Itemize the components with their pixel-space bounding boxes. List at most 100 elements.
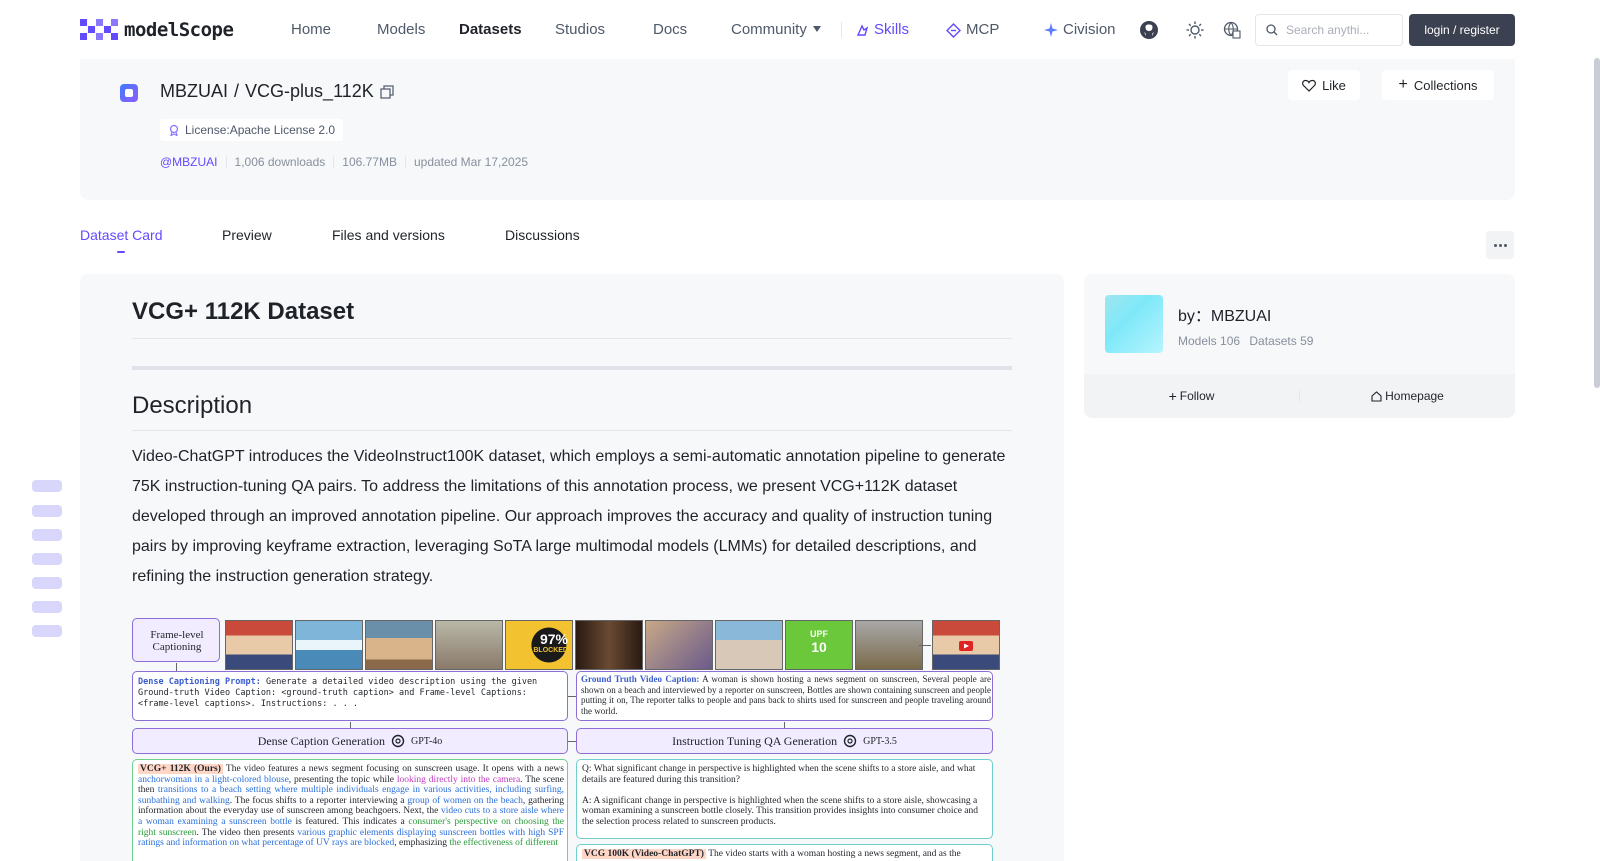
video-frame: [575, 620, 643, 670]
collections-button[interactable]: + Collections: [1382, 70, 1494, 100]
readme-title: VCG+ 112K Dataset: [132, 298, 1012, 339]
vcg-segment: , presenting the topic while: [288, 774, 397, 785]
vcg-segment: . The video then presents: [196, 827, 298, 838]
qa-generation-model: GPT-3.5: [863, 735, 897, 747]
vcg-100k-text: VCG 100K (Video-ChatGPT) The video start…: [582, 849, 990, 861]
owner-link[interactable]: @MBZUAI: [160, 155, 218, 169]
language-icon[interactable]: [1221, 19, 1243, 41]
toc-marker[interactable]: [32, 505, 62, 517]
openai-icon: [391, 734, 405, 748]
sparkle-icon: [1044, 23, 1058, 37]
home-icon: [1371, 390, 1382, 402]
vcg-plus-tag: VCG+ 112K (Ours): [138, 764, 223, 774]
modelscope-logo[interactable]: modelScope: [80, 18, 234, 42]
nav-datasets[interactable]: Datasets: [459, 20, 522, 40]
video-frame: [435, 620, 503, 670]
dataset-owner[interactable]: MBZUAI: [160, 81, 228, 102]
nav-home[interactable]: Home: [291, 20, 331, 40]
section-heading-description: Description: [132, 392, 1012, 431]
frame-captioning-line-1: Frame-level: [150, 629, 204, 641]
toc-marker[interactable]: [32, 553, 62, 565]
license-icon: [169, 124, 179, 136]
vcg-100k-box: VCG 100K (Video-ChatGPT) The video start…: [576, 844, 993, 861]
frame-blocked-text: BLOCKED: [533, 647, 568, 654]
nav-civision-label: Civision: [1063, 21, 1116, 38]
tab-preview[interactable]: Preview: [222, 227, 272, 243]
nav-models[interactable]: Models: [377, 20, 425, 40]
org-avatar: [120, 84, 138, 102]
nav-docs[interactable]: Docs: [653, 20, 687, 40]
dataset-name: VCG-plus_112K: [245, 81, 374, 101]
video-frame: [855, 620, 923, 670]
toc-marker[interactable]: [32, 577, 62, 589]
heart-icon: [1302, 79, 1316, 92]
like-label: Like: [1322, 77, 1346, 93]
video-frame: [295, 620, 363, 670]
nav-studios[interactable]: Studios: [555, 20, 605, 40]
dense-prompt-text: Dense Captioning Prompt: Generate a deta…: [138, 677, 564, 719]
tab-dataset-card[interactable]: Dataset Card: [80, 227, 162, 243]
license-tag[interactable]: License:Apache License 2.0: [160, 119, 344, 141]
nav-mcp-label: MCP: [966, 21, 1000, 38]
vcg-segment: is featured. This indicates a: [291, 816, 409, 827]
dataset-card-content: VCG+ 112K Dataset Description Video-Chat…: [80, 274, 1064, 861]
search-box[interactable]: [1255, 14, 1403, 46]
dense-prompt-title: Dense Captioning Prompt:: [138, 677, 261, 687]
nav-skills[interactable]: Skills: [856, 20, 909, 40]
dataset-size: 106.77MB: [342, 155, 397, 169]
top-navigation-bar: modelScope Home Models Datasets Studios …: [0, 0, 1600, 60]
nav-mcp[interactable]: MCP: [946, 20, 999, 40]
frame-upf-text: UPF: [810, 629, 828, 639]
theme-toggle-icon[interactable]: [1184, 19, 1206, 41]
frame-captioning-label: Frame-level Captioning: [133, 629, 221, 653]
dense-prompt-box: Dense Captioning Prompt: Generate a deta…: [132, 671, 568, 721]
arrow-connector: [568, 741, 576, 742]
qa-output-box: Q: What significant change in perspectiv…: [576, 759, 993, 839]
qa-question: Q: What significant change in perspectiv…: [582, 764, 976, 785]
search-icon: [1266, 24, 1278, 36]
author-datasets-count: Datasets 59: [1249, 334, 1314, 348]
toc-marker[interactable]: [32, 480, 62, 492]
nav-divider: [841, 22, 842, 38]
page-scrollbar[interactable]: [1594, 58, 1600, 388]
qa-generation-box: Instruction Tuning QA Generation GPT-3.5: [576, 728, 993, 754]
dataset-title: MBZUAI / VCG-plus_112K: [160, 81, 394, 102]
author-avatar[interactable]: [1105, 295, 1163, 353]
vcg-plus-output-box: VCG+ 112K (Ours) The video features a ne…: [132, 759, 568, 861]
login-register-button[interactable]: login / register: [1409, 14, 1515, 46]
nav-community[interactable]: Community: [731, 20, 821, 40]
follow-button[interactable]: + Follow: [1084, 389, 1299, 403]
tab-discussions[interactable]: Discussions: [505, 227, 580, 243]
tab-files-and-versions[interactable]: Files and versions: [332, 227, 445, 243]
video-frame: [715, 620, 783, 670]
license-text: License:Apache License 2.0: [185, 123, 336, 137]
vcg-segment: . The focus shifts to a reporter intervi…: [229, 795, 408, 806]
homepage-button[interactable]: Homepage: [1300, 389, 1515, 403]
meta-divider: [333, 156, 335, 168]
search-input[interactable]: [1286, 23, 1396, 37]
github-icon[interactable]: [1138, 19, 1160, 41]
author-name[interactable]: by：MBZUAI: [1178, 302, 1271, 326]
qa-answer: A: A significant change in perspective i…: [582, 795, 979, 828]
dataset-header-card: MBZUAI / VCG-plus_112K License:Apache Li…: [80, 59, 1515, 200]
toc-marker[interactable]: [32, 529, 62, 541]
copy-icon[interactable]: [380, 84, 394, 99]
plus-icon: +: [1168, 388, 1177, 404]
arrow-connector: [919, 645, 931, 646]
vcg-plus-output-text: VCG+ 112K (Ours) The video features a ne…: [138, 764, 564, 861]
vcg-segment: anchorwoman in a light-colored blouse: [138, 774, 289, 785]
toc-marker[interactable]: [32, 625, 62, 637]
description-paragraph: Video-ChatGPT introduces the VideoInstru…: [132, 448, 1006, 585]
video-frame: [645, 620, 713, 670]
like-button[interactable]: Like: [1288, 70, 1360, 100]
logo-text: modelScope: [124, 19, 234, 41]
dataset-meta: @MBZUAI 1,006 downloads 106.77MB updated…: [160, 155, 528, 169]
collections-label: Collections: [1413, 77, 1478, 93]
nav-community-label: Community: [731, 21, 807, 38]
video-frame-upf: UPF 10: [785, 620, 853, 670]
updated-date: updated Mar 17,2025: [413, 155, 529, 169]
toc-marker[interactable]: [32, 601, 62, 613]
arrow-connector: [176, 663, 177, 671]
more-options-button[interactable]: [1486, 231, 1514, 259]
nav-civision[interactable]: Civision: [1044, 20, 1116, 40]
